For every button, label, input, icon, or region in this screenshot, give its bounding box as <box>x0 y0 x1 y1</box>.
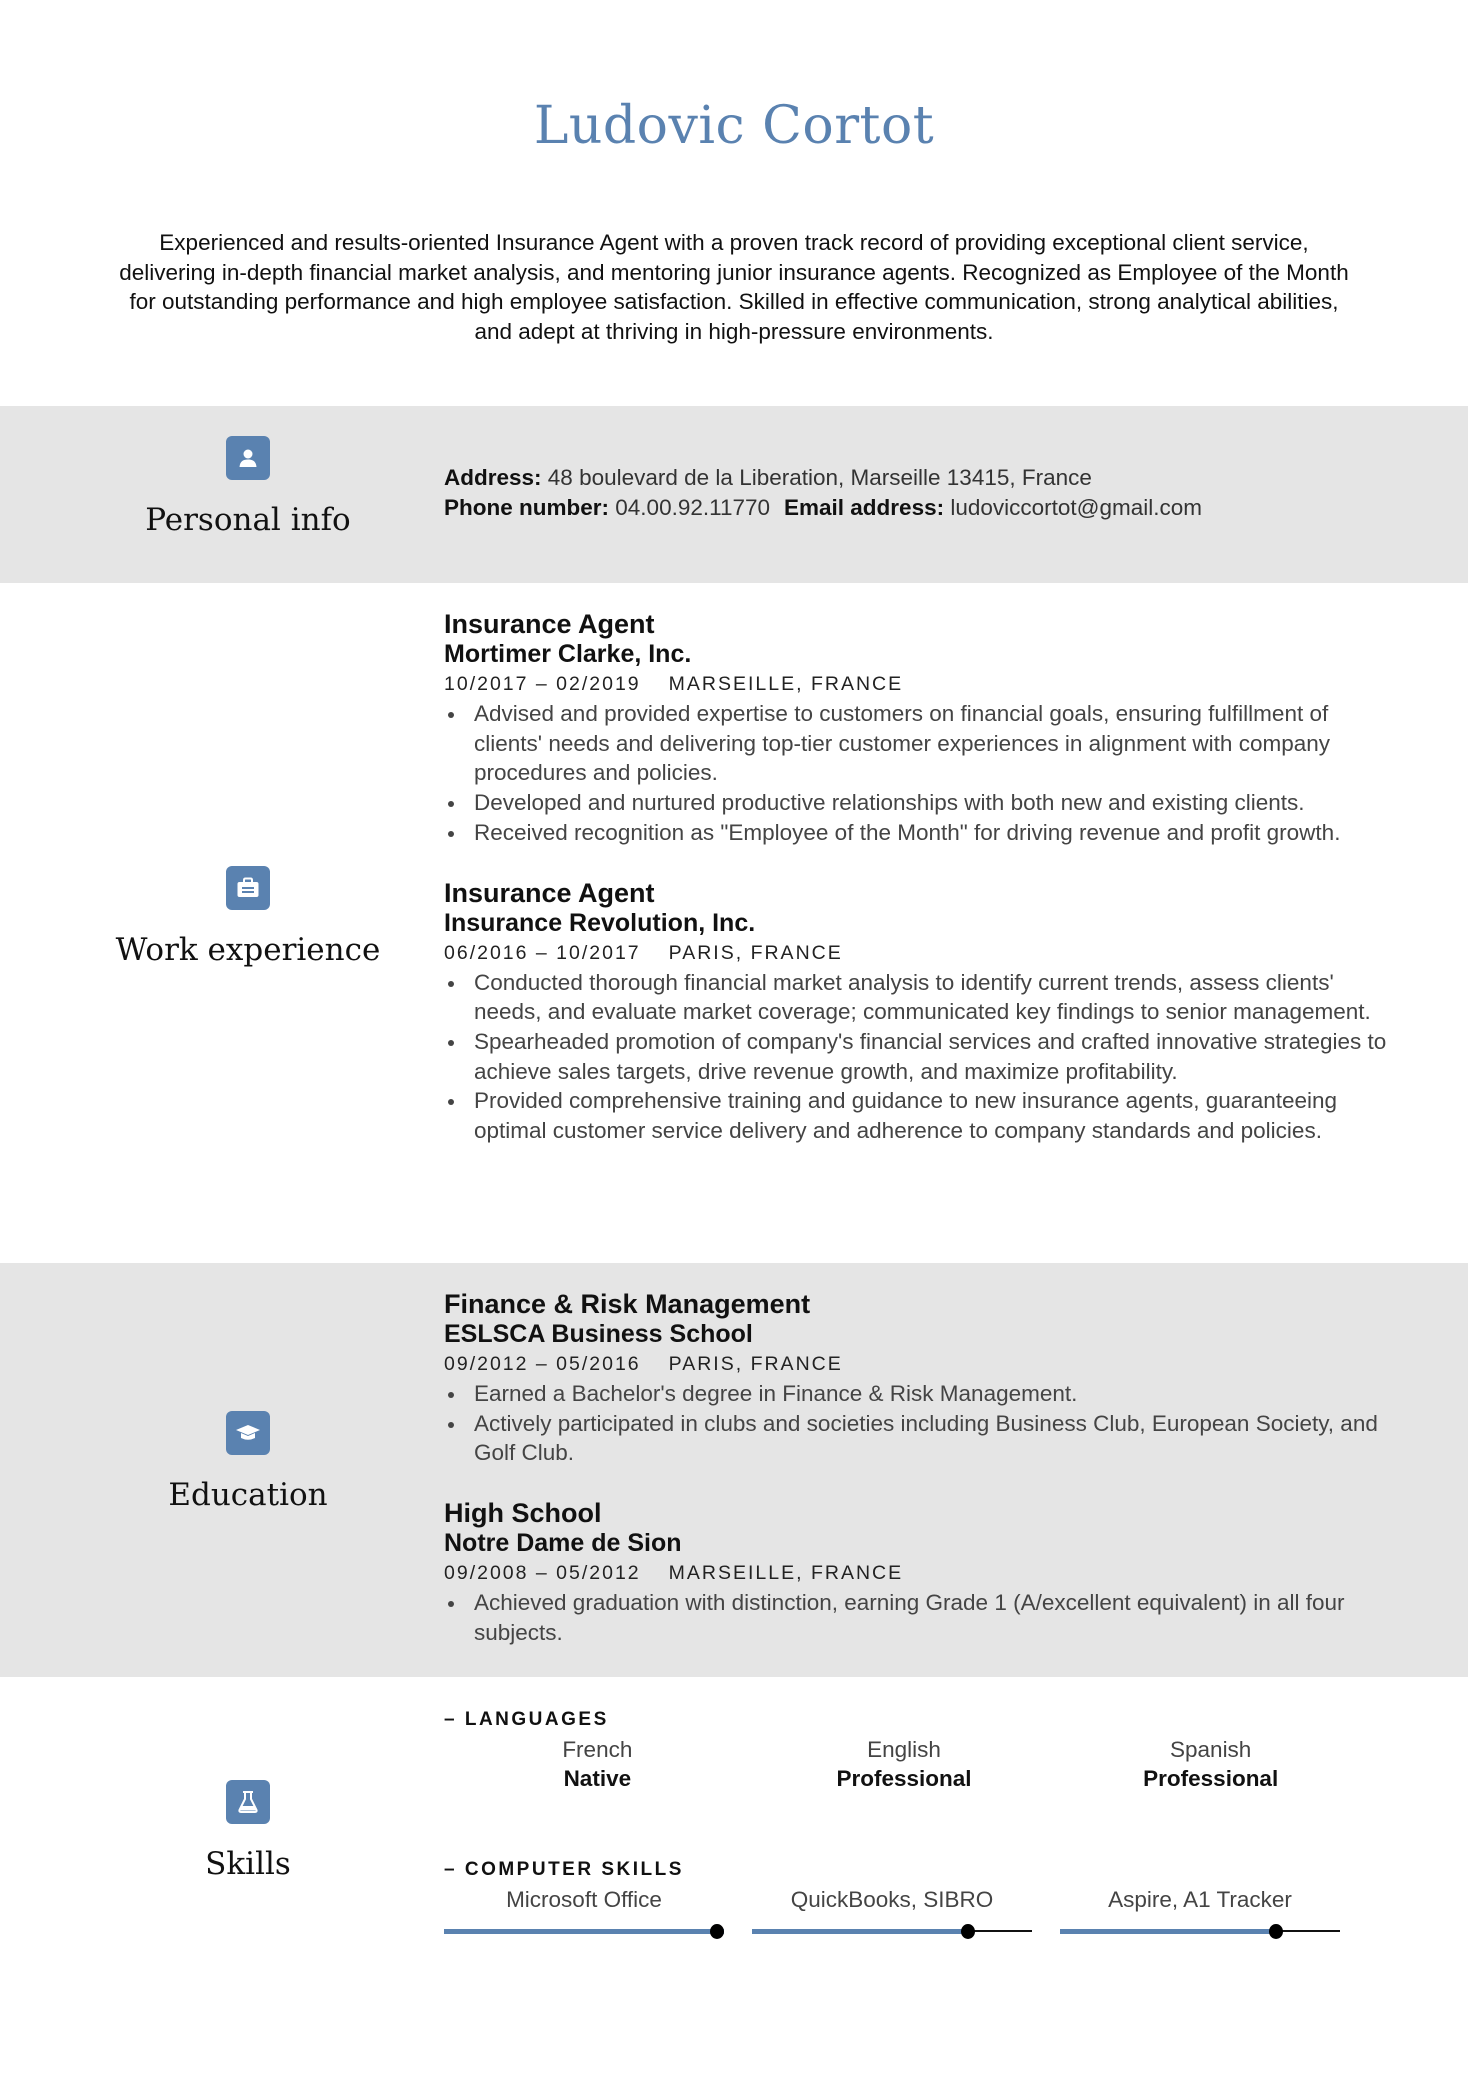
job-meta: 10/2017 – 02/2019 MARSEILLE, FRANCE <box>444 669 1394 699</box>
education-bullets: Achieved graduation with distinction, ea… <box>444 1588 1394 1647</box>
skill-level-bar <box>752 1921 1032 1941</box>
education-meta: 09/2008 – 05/2012 MARSEILLE, FRANCE <box>444 1558 1394 1588</box>
computer-skill-name: Aspire, A1 Tracker <box>1108 1887 1292 1912</box>
phone-label: Phone number: <box>444 495 610 520</box>
education-bullets: Earned a Bachelor's degree in Finance & … <box>444 1379 1394 1468</box>
skill-bar-fill <box>444 1929 724 1934</box>
company-name: Insurance Revolution, Inc. <box>444 908 756 937</box>
skill-level-bar <box>1060 1921 1340 1941</box>
job-bullets: Conducted thorough financial market anal… <box>444 968 1394 1146</box>
language-name: French <box>562 1737 633 1762</box>
job-location: PARIS, FRANCE <box>668 941 843 964</box>
address-label: Address: <box>444 465 542 490</box>
work-experience-section: Work experience Insurance Agent Mortimer… <box>0 583 1468 1263</box>
skill-bar-knob <box>1269 1924 1283 1939</box>
bullet-item: Earned a Bachelor's degree in Finance & … <box>444 1379 1394 1409</box>
flask-icon <box>226 1780 270 1824</box>
education-meta: 09/2012 – 05/2016 PARIS, FRANCE <box>444 1349 1394 1379</box>
job-meta: 06/2016 – 10/2017 PARIS, FRANCE <box>444 938 1394 968</box>
bullet-item: Developed and nurtured productive relati… <box>444 788 1394 818</box>
address-value: 48 boulevard de la Liberation, Marseille… <box>547 465 1092 490</box>
skills-content: – LANGUAGES French Native English Profes… <box>444 1705 1394 1941</box>
address-line: Address: 48 boulevard de la Liberation, … <box>444 463 1394 493</box>
education-entry: High School Notre Dame de Sion 09/2008 –… <box>444 1498 1394 1647</box>
education-dates: 09/2012 – 05/2016 <box>444 1353 641 1375</box>
personal-info-section: Personal info Address: 48 boulevard de l… <box>0 406 1468 583</box>
language-level: Native <box>563 1766 632 1791</box>
work-entry: Insurance Agent Mortimer Clarke, Inc. 10… <box>444 609 1394 848</box>
graduation-cap-icon <box>226 1411 270 1455</box>
computer-skill-item: Microsoft Office <box>444 1885 752 1941</box>
work-entry: Insurance Agent Insurance Revolution, In… <box>444 878 1394 1146</box>
candidate-name: Ludovic Cortot <box>533 96 935 156</box>
school-name: Notre Dame de Sion <box>444 1529 682 1558</box>
skill-bar-fill <box>1060 1929 1276 1934</box>
languages-list: French Native English Professional Spani… <box>444 1735 1364 1793</box>
skill-bar-fill <box>752 1929 968 1934</box>
language-item: Spanish Professional <box>1057 1735 1364 1793</box>
bullet-item: Spearheaded promotion of company's finan… <box>444 1027 1394 1086</box>
education-dates: 09/2008 – 05/2012 <box>444 1562 641 1585</box>
email-label: Email address: <box>784 495 945 520</box>
computer-skills-heading: – COMPUTER SKILLS <box>444 1859 684 1880</box>
education-content: Finance & Risk Management ESLSCA Busines… <box>444 1289 1394 1678</box>
section-label-work-experience: Work experience <box>115 932 381 968</box>
languages-heading: – LANGUAGES <box>444 1709 609 1730</box>
education-location: PARIS, FRANCE <box>668 1353 843 1375</box>
job-location: MARSEILLE, FRANCE <box>668 673 904 695</box>
briefcase-icon <box>226 866 270 910</box>
language-name: English <box>867 1737 941 1762</box>
language-level: Professional <box>1143 1766 1279 1791</box>
computer-skills-list: Microsoft Office QuickBooks, SIBRO Aspir… <box>444 1885 1384 1941</box>
phone-value: 04.00.92.11770 <box>615 495 771 520</box>
education-section: Education Finance & Risk Management ESLS… <box>0 1263 1468 1677</box>
job-title: Insurance Agent <box>444 609 655 639</box>
language-name: Spanish <box>1170 1737 1252 1762</box>
education-sidebar: Education <box>98 1411 398 1513</box>
computer-skill-item: QuickBooks, SIBRO <box>752 1885 1060 1941</box>
user-icon <box>226 436 270 480</box>
skill-bar-knob <box>710 1924 724 1939</box>
job-dates: 10/2017 – 02/2019 <box>444 673 641 695</box>
degree-title: High School <box>444 1498 602 1529</box>
contact-line: Phone number: 04.00.92.11770 Email addres… <box>444 493 1394 523</box>
bullet-item: Advised and provided expertise to custom… <box>444 699 1394 788</box>
language-item: English Professional <box>751 1735 1058 1793</box>
education-location: MARSEILLE, FRANCE <box>668 1562 904 1585</box>
job-bullets: Advised and provided expertise to custom… <box>444 699 1394 848</box>
bullet-item: Provided comprehensive training and guid… <box>444 1086 1394 1145</box>
personal-info-sidebar: Personal info <box>98 436 398 538</box>
computer-skill-name: Microsoft Office <box>506 1887 662 1912</box>
job-dates: 06/2016 – 10/2017 <box>444 941 641 964</box>
skill-level-bar <box>444 1921 724 1941</box>
email-value: ludoviccortot@gmail.com <box>950 495 1203 520</box>
company-name: Mortimer Clarke, Inc. <box>444 640 692 668</box>
personal-info-content: Address: 48 boulevard de la Liberation, … <box>444 463 1394 523</box>
degree-title: Finance & Risk Management <box>444 1289 811 1319</box>
skills-sidebar: Skills <box>98 1780 398 1882</box>
section-label-personal-info: Personal info <box>145 502 351 538</box>
work-experience-sidebar: Work experience <box>98 866 398 968</box>
bullet-item: Conducted thorough financial market anal… <box>444 968 1394 1027</box>
language-item: French Native <box>444 1735 751 1793</box>
section-label-skills: Skills <box>205 1846 291 1882</box>
bullet-item: Actively participated in clubs and socie… <box>444 1409 1394 1468</box>
education-entry: Finance & Risk Management ESLSCA Busines… <box>444 1289 1394 1468</box>
computer-skill-item: Aspire, A1 Tracker <box>1060 1885 1368 1941</box>
school-name: ESLSCA Business School <box>444 1320 753 1348</box>
skills-section: Skills – LANGUAGES French Native English… <box>0 1677 1468 2076</box>
section-label-education: Education <box>168 1477 328 1513</box>
skill-bar-knob <box>961 1924 975 1939</box>
bullet-item: Received recognition as "Employee of the… <box>444 818 1394 848</box>
bullet-item: Achieved graduation with distinction, ea… <box>444 1588 1394 1647</box>
work-experience-content: Insurance Agent Mortimer Clarke, Inc. 10… <box>444 609 1394 1176</box>
job-title: Insurance Agent <box>444 877 655 908</box>
summary-paragraph: Experienced and results-oriented Insuran… <box>119 230 1349 344</box>
language-level: Professional <box>836 1766 972 1791</box>
computer-skill-name: QuickBooks, SIBRO <box>790 1887 994 1912</box>
